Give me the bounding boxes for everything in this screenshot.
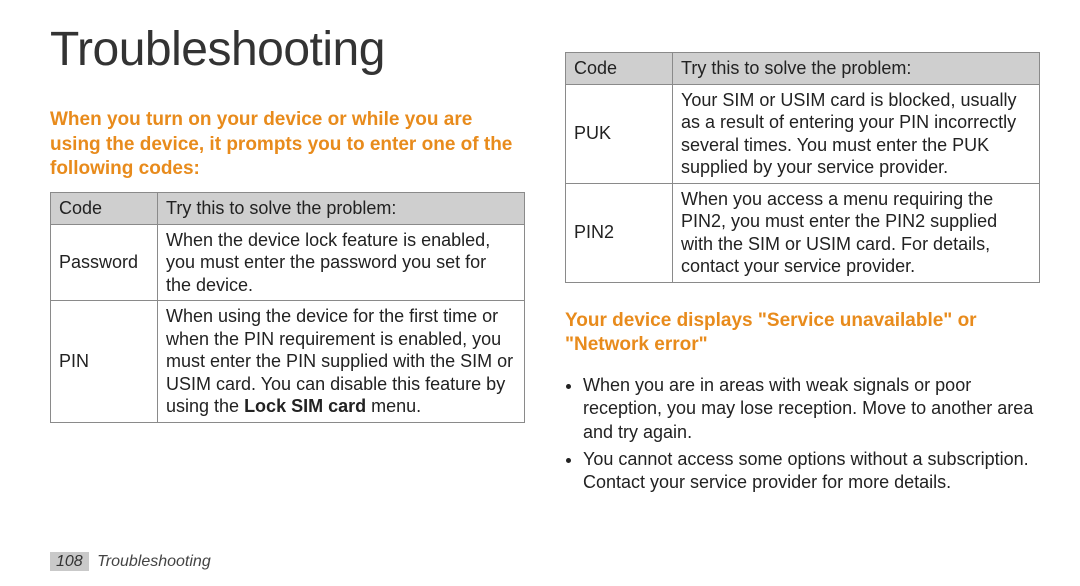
solve-cell: When you access a menu requiring the PIN… — [673, 183, 1040, 282]
table-header-solve: Try this to solve the problem: — [673, 53, 1040, 85]
bullet-list: When you are in areas with weak signals … — [565, 374, 1040, 499]
solve-cell: When using the device for the first time… — [158, 301, 525, 423]
table-row: PIN When using the device for the first … — [51, 301, 525, 423]
table-header-solve: Try this to solve the problem: — [158, 193, 525, 225]
code-cell: Password — [51, 224, 158, 301]
page-number: 108 — [50, 552, 89, 571]
document-page: Troubleshooting When you turn on your de… — [0, 0, 1080, 586]
page-footer: 108 Troubleshooting — [50, 552, 211, 572]
table-row: Password When the device lock feature is… — [51, 224, 525, 301]
code-cell: PIN2 — [566, 183, 673, 282]
solve-cell: When the device lock feature is enabled,… — [158, 224, 525, 301]
section-heading-codes: When you turn on your device or while yo… — [50, 108, 525, 182]
text-bold: Lock SIM card — [244, 396, 366, 416]
code-cell: PUK — [566, 84, 673, 183]
codes-table-right: Code Try this to solve the problem: PUK … — [565, 52, 1040, 283]
codes-table-left: Code Try this to solve the problem: Pass… — [50, 192, 525, 423]
table-row: PIN2 When you access a menu requiring th… — [566, 183, 1040, 282]
page-title: Troubleshooting — [50, 20, 525, 80]
table-header-code: Code — [51, 193, 158, 225]
footer-section: Troubleshooting — [97, 553, 211, 570]
solve-cell: Your SIM or USIM card is blocked, usuall… — [673, 84, 1040, 183]
code-cell: PIN — [51, 301, 158, 423]
table-header-row: Code Try this to solve the problem: — [566, 53, 1040, 85]
list-item: You cannot access some options without a… — [583, 448, 1040, 495]
table-header-code: Code — [566, 53, 673, 85]
text-post: menu. — [366, 396, 421, 416]
section-heading-service: Your device displays "Service unavailabl… — [565, 309, 1040, 358]
left-column: Troubleshooting When you turn on your de… — [50, 20, 525, 530]
table-row: PUK Your SIM or USIM card is blocked, us… — [566, 84, 1040, 183]
columns: Troubleshooting When you turn on your de… — [50, 20, 1040, 530]
right-column: Code Try this to solve the problem: PUK … — [565, 20, 1040, 530]
list-item: When you are in areas with weak signals … — [583, 374, 1040, 444]
table-header-row: Code Try this to solve the problem: — [51, 193, 525, 225]
